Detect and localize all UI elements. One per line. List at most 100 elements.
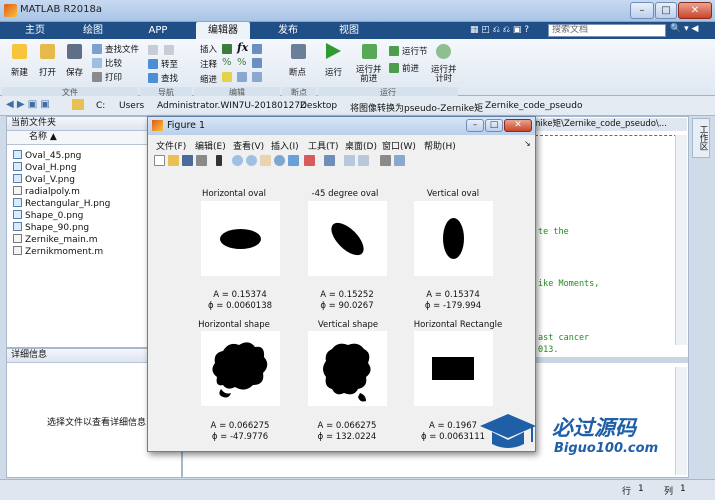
- print-button[interactable]: 打印: [105, 71, 122, 83]
- edit-group-label: 编辑: [194, 87, 280, 97]
- function-icon[interactable]: fx: [237, 41, 248, 54]
- tab-view[interactable]: 视图: [326, 22, 372, 39]
- outdent-icon[interactable]: [252, 72, 262, 82]
- help-controls[interactable]: 🔍 ▾ ◀: [670, 24, 710, 37]
- comment-button[interactable]: 注释: [200, 58, 217, 70]
- goto-icon: [148, 59, 158, 69]
- nav-group-label: 导航: [140, 87, 192, 97]
- legend-icon[interactable]: [358, 155, 369, 166]
- link-plot-icon[interactable]: [324, 155, 335, 166]
- details-hint: 选择文件以查看详细信息: [47, 418, 147, 428]
- editor-scrollbar[interactable]: [675, 135, 687, 345]
- quick-access-toolbar[interactable]: ▦ ◰ ⎌ ⎌ ▣ ?: [470, 25, 540, 37]
- tab-publish[interactable]: 发布: [265, 22, 311, 39]
- list-item[interactable]: Shape_0.png: [13, 210, 83, 221]
- nav-arrows-icon[interactable]: ◀ ▶ ▣ ▣: [6, 99, 50, 110]
- goto-button[interactable]: 转至: [161, 58, 178, 70]
- close-button[interactable]: ✕: [678, 2, 712, 19]
- brush-icon[interactable]: [304, 155, 315, 166]
- crumb-users[interactable]: Users: [119, 101, 144, 111]
- list-item[interactable]: radialpoly.m: [13, 186, 80, 197]
- indent-icon[interactable]: [237, 72, 247, 82]
- uncomment-icon[interactable]: %: [237, 57, 247, 68]
- menu-window[interactable]: 窗口(W): [382, 139, 416, 152]
- command-scrollbar[interactable]: [675, 367, 687, 475]
- menu-edit[interactable]: 编辑(E): [195, 139, 226, 152]
- list-item[interactable]: Shape_90.png: [13, 222, 89, 233]
- tab-plots[interactable]: 绘图: [70, 22, 116, 39]
- wrap-comment-icon[interactable]: [252, 58, 262, 68]
- plot-vertical-shape: [308, 331, 387, 406]
- insert-button[interactable]: 插入: [200, 43, 217, 55]
- save-figure-icon[interactable]: [182, 155, 193, 166]
- plot-title: Vertical shape: [317, 320, 379, 330]
- menu-help[interactable]: 帮助(H): [424, 139, 456, 152]
- new-icon: [12, 44, 27, 59]
- search-docs-input[interactable]: 搜索文档: [548, 24, 666, 37]
- pan-hand-icon[interactable]: [260, 155, 271, 166]
- smart-indent-icon[interactable]: [222, 72, 232, 82]
- advance-button[interactable]: 前进: [402, 62, 419, 74]
- new-figure-icon[interactable]: [154, 155, 165, 166]
- menu-tools[interactable]: 工具(T): [308, 139, 339, 152]
- crumb-desktop[interactable]: Desktop: [300, 101, 337, 111]
- colorbar-icon[interactable]: [344, 155, 355, 166]
- list-item[interactable]: Zernikmoment.m: [13, 246, 103, 257]
- zoom-in-icon[interactable]: [232, 155, 243, 166]
- tab-editor[interactable]: 编辑器: [196, 22, 250, 39]
- open-button[interactable]: 打开: [39, 66, 56, 78]
- find-files-icon: [92, 44, 102, 54]
- menu-desktop[interactable]: 桌面(D): [345, 139, 377, 152]
- m-file-icon: [13, 246, 22, 255]
- insert-dropdown-icon[interactable]: [252, 44, 262, 54]
- run-section-button[interactable]: 运行节: [402, 45, 428, 57]
- tab-apps[interactable]: APP: [135, 22, 181, 39]
- new-button[interactable]: 新建: [11, 66, 28, 78]
- crumb-code[interactable]: Zernike_code_pseudo: [485, 101, 582, 111]
- rotate-3d-icon[interactable]: [274, 155, 285, 166]
- breakpoints-button[interactable]: 断点: [289, 66, 306, 78]
- save-button[interactable]: 保存: [66, 66, 83, 78]
- plot-phi-value: ϕ = 90.0267: [320, 301, 374, 311]
- compare-button[interactable]: 比较: [105, 57, 122, 69]
- run-time-button[interactable]: 运行并 计时: [431, 66, 457, 84]
- tab-home[interactable]: 主页: [12, 22, 58, 39]
- figure-minimize-button[interactable]: –: [466, 119, 484, 132]
- back-arrow-icon[interactable]: [148, 45, 158, 55]
- data-cursor-icon[interactable]: [288, 155, 299, 166]
- open-file-icon[interactable]: [168, 155, 179, 166]
- maximize-button[interactable]: □: [655, 2, 677, 19]
- crumb-folder[interactable]: 将图像转换为pseudo-Zernike矩: [350, 101, 483, 114]
- menu-view[interactable]: 查看(V): [233, 139, 264, 152]
- pointer-icon[interactable]: [216, 155, 222, 166]
- run-advance-button[interactable]: 运行并 前进: [356, 66, 382, 84]
- indent-button[interactable]: 缩进: [200, 73, 217, 85]
- crumb-admin[interactable]: Administrator.WIN7U-20180127Z: [157, 101, 306, 111]
- list-item[interactable]: Oval_H.png: [13, 162, 77, 173]
- menu-dock-arrow-icon[interactable]: ↘: [524, 139, 531, 148]
- comment-percent-icon[interactable]: %: [222, 57, 232, 68]
- menu-insert[interactable]: 插入(I): [271, 139, 299, 152]
- menu-file[interactable]: 文件(F): [156, 139, 186, 152]
- insert-section-icon[interactable]: [222, 44, 232, 54]
- hide-plot-tools-icon[interactable]: [380, 155, 391, 166]
- minimize-button[interactable]: –: [630, 2, 654, 19]
- crumb-drive[interactable]: C:: [96, 101, 105, 111]
- list-item[interactable]: Rectangular_H.png: [13, 198, 110, 209]
- forward-arrow-icon[interactable]: [164, 45, 174, 55]
- show-plot-tools-icon[interactable]: [394, 155, 405, 166]
- list-item[interactable]: Oval_V.png: [13, 174, 75, 185]
- run-button[interactable]: 运行: [325, 66, 342, 78]
- figure-close-button[interactable]: ✕: [504, 119, 532, 132]
- workspace-side-tab[interactable]: 工作区: [692, 118, 710, 158]
- run-group-label: 运行: [318, 87, 458, 97]
- find-button[interactable]: 查找: [161, 72, 178, 84]
- status-bar: 行 1 列 1: [0, 479, 715, 500]
- list-item[interactable]: Zernike_main.m: [13, 234, 98, 245]
- figure-maximize-button[interactable]: □: [485, 119, 503, 132]
- zoom-out-icon[interactable]: [246, 155, 257, 166]
- print-figure-icon[interactable]: [196, 155, 207, 166]
- list-item[interactable]: Oval_45.png: [13, 150, 81, 161]
- find-files-button[interactable]: 查找文件: [105, 43, 139, 55]
- code-fragment: ike Moments,: [538, 279, 600, 289]
